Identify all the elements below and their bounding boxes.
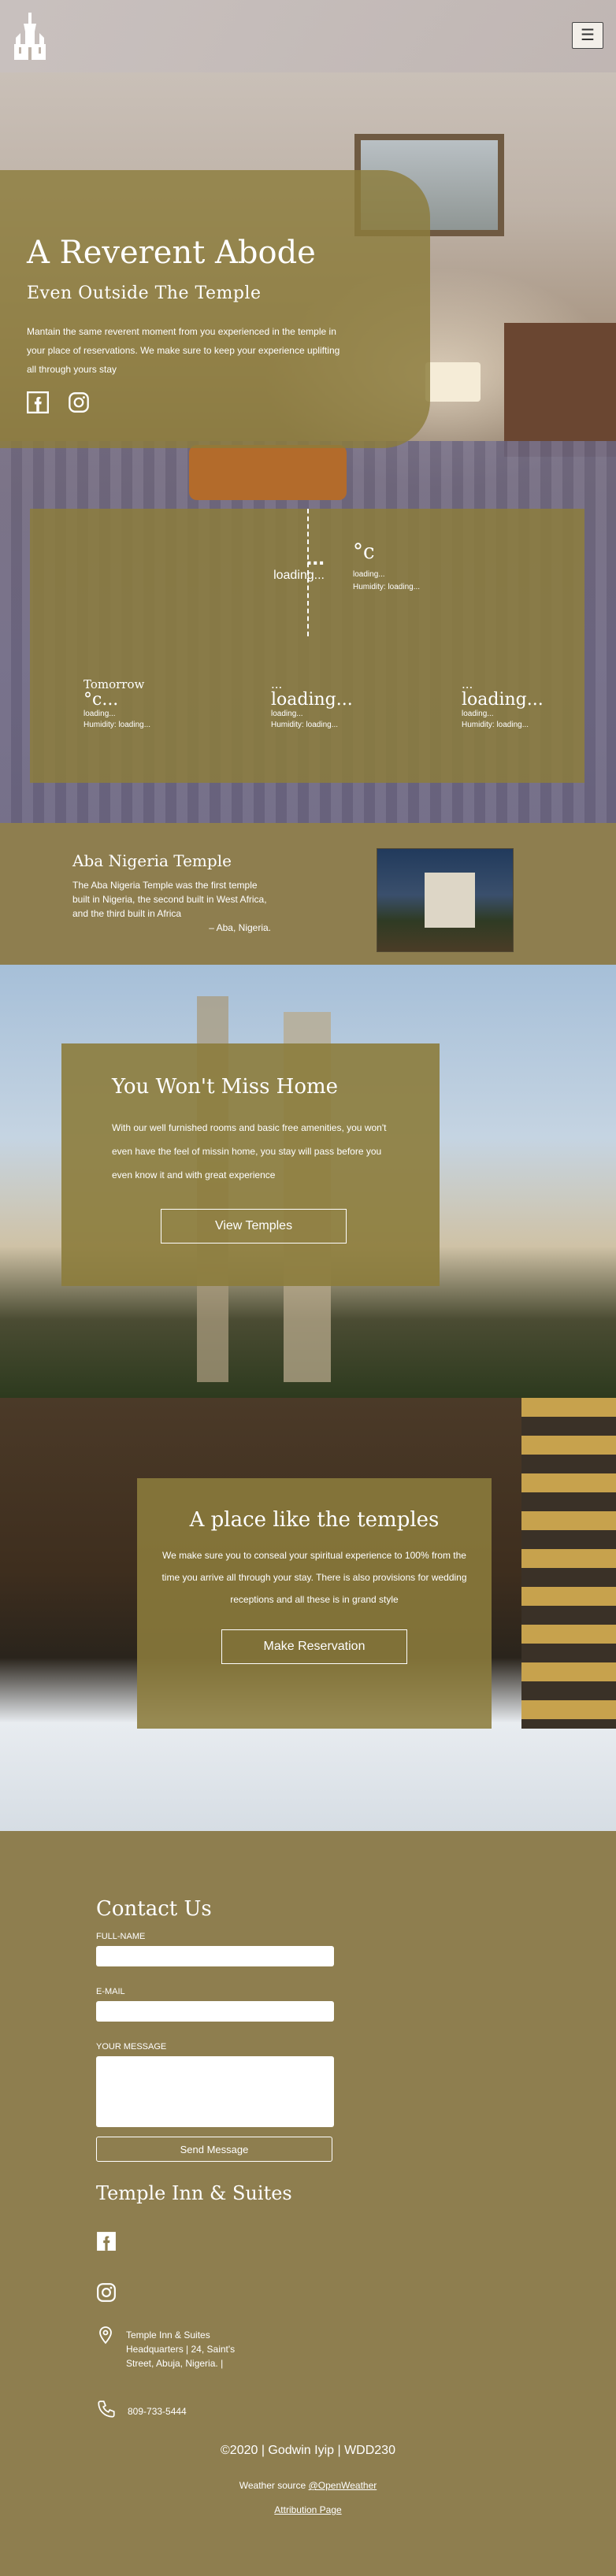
forecast-temp: °c... bbox=[83, 690, 119, 710]
footer-instagram[interactable] bbox=[96, 2282, 334, 2307]
footer-brand: Temple Inn & Suites bbox=[96, 2182, 292, 2204]
message-label: YOUR MESSAGE bbox=[96, 2042, 167, 2052]
forecast-humidity: Humidity: loading... bbox=[271, 721, 339, 729]
current-humidity: Humidity: loading... bbox=[353, 583, 421, 591]
forecast-temp: loading... bbox=[271, 690, 353, 710]
forecast-status: loading... bbox=[271, 710, 303, 718]
aba-temple-title: Aba Nigeria Temple bbox=[72, 851, 232, 870]
forecast-status: loading... bbox=[462, 710, 494, 718]
lamp-image bbox=[425, 362, 481, 402]
home-card: You Won't Miss Home With our well furnis… bbox=[61, 1043, 440, 1286]
weather-widget: ... loading... °c loading... Humidity: l… bbox=[30, 509, 584, 783]
footer-facebook[interactable] bbox=[96, 2231, 334, 2255]
weather-divider bbox=[307, 509, 309, 636]
footer-address: Temple Inn & Suites Headquarters | 24, S… bbox=[96, 2325, 252, 2370]
home-title: You Won't Miss Home bbox=[112, 1075, 339, 1099]
hero-card: A Reverent Abode Even Outside The Temple… bbox=[0, 170, 430, 448]
aba-temple-section: Aba Nigeria Temple The Aba Nigeria Templ… bbox=[0, 823, 616, 965]
instagram-icon[interactable] bbox=[68, 391, 90, 417]
view-temples-button[interactable]: View Temples bbox=[161, 1209, 347, 1244]
make-reservation-button[interactable]: Make Reservation bbox=[221, 1629, 407, 1664]
current-temp-status: loading... bbox=[353, 570, 385, 579]
forecast-day: Tomorrow °c... loading... Humidity: load… bbox=[83, 677, 150, 731]
footer-phone: 809-733-5444 bbox=[96, 2399, 187, 2423]
pillow-image bbox=[189, 445, 347, 500]
aba-temple-photo bbox=[377, 848, 514, 952]
hero-section: A Reverent Abode Even Outside The Temple… bbox=[0, 0, 616, 823]
weather-source-prefix: Weather source bbox=[239, 2480, 306, 2491]
openweather-link[interactable]: @OpenWeather bbox=[309, 2480, 377, 2491]
site-header: ☰ bbox=[0, 0, 616, 72]
forecast-day: ... loading... loading... Humidity: load… bbox=[271, 677, 353, 731]
hero-subtitle: Even Outside The Temple bbox=[27, 284, 262, 303]
place-title: A place like the temples bbox=[189, 1508, 440, 1532]
copyright-text: ©2020 | Godwin Iyip | WDD230 bbox=[221, 2444, 395, 2457]
hamburger-menu-button[interactable]: ☰ bbox=[572, 22, 603, 49]
facebook-icon[interactable] bbox=[27, 391, 49, 417]
place-section: A place like the temples We make sure yo… bbox=[0, 1398, 616, 1831]
forecast-status: loading... bbox=[83, 710, 116, 718]
weather-source: Weather source @OpenWeather bbox=[0, 2480, 616, 2491]
decorative-wall-panel bbox=[521, 1398, 616, 1729]
email-label: E-MAIL bbox=[96, 1987, 125, 1996]
contact-form: Contact Us FULL-NAME E-MAIL YOUR MESSAGE… bbox=[96, 1897, 334, 2307]
attribution-link[interactable]: Attribution Page bbox=[274, 2504, 341, 2515]
hero-social-links bbox=[27, 391, 430, 417]
attribution: Attribution Page bbox=[0, 2504, 616, 2515]
forecast-temp: loading... bbox=[462, 690, 544, 710]
temple-logo-icon[interactable] bbox=[11, 11, 49, 63]
hero-description: Mantain the same reverent moment from yo… bbox=[27, 326, 340, 375]
contact-title: Contact Us bbox=[96, 1897, 212, 1921]
forecast-humidity: Humidity: loading... bbox=[462, 721, 529, 729]
instagram-icon[interactable] bbox=[96, 2283, 117, 2306]
temple-building-image bbox=[425, 873, 475, 928]
current-temperature: °c loading... Humidity: loading... bbox=[353, 540, 420, 594]
current-temp-value: °c bbox=[353, 540, 375, 564]
place-text: We make sure you to conseal your spiritu… bbox=[161, 1550, 467, 1605]
address-text: Temple Inn & Suites Headquarters | 24, S… bbox=[126, 2330, 236, 2369]
phone-icon bbox=[96, 2399, 117, 2423]
fullname-input[interactable] bbox=[96, 1946, 334, 1966]
location-pin-icon bbox=[96, 2325, 115, 2349]
temple-section: You Won't Miss Home With our well furnis… bbox=[0, 965, 616, 1398]
forecast-humidity: Humidity: loading... bbox=[83, 721, 151, 729]
aba-temple-location: – Aba, Nigeria. bbox=[209, 922, 271, 933]
headboard-image bbox=[504, 323, 616, 457]
fullname-label: FULL-NAME bbox=[96, 1932, 146, 1941]
message-textarea[interactable] bbox=[96, 2056, 334, 2127]
email-input[interactable] bbox=[96, 2001, 334, 2022]
home-text: With our well furnished rooms and basic … bbox=[112, 1122, 387, 1181]
hero-title: A Reverent Abode bbox=[27, 235, 316, 271]
phone-number[interactable]: 809-733-5444 bbox=[128, 2406, 187, 2417]
aba-temple-text: The Aba Nigeria Temple was the first tem… bbox=[72, 880, 267, 919]
facebook-icon[interactable] bbox=[96, 2232, 117, 2255]
send-message-button[interactable]: Send Message bbox=[96, 2137, 332, 2162]
site-footer: Contact Us FULL-NAME E-MAIL YOUR MESSAGE… bbox=[0, 1831, 616, 2576]
place-card: A place like the temples We make sure yo… bbox=[137, 1478, 492, 1729]
forecast-day: ... loading... loading... Humidity: load… bbox=[462, 677, 544, 731]
